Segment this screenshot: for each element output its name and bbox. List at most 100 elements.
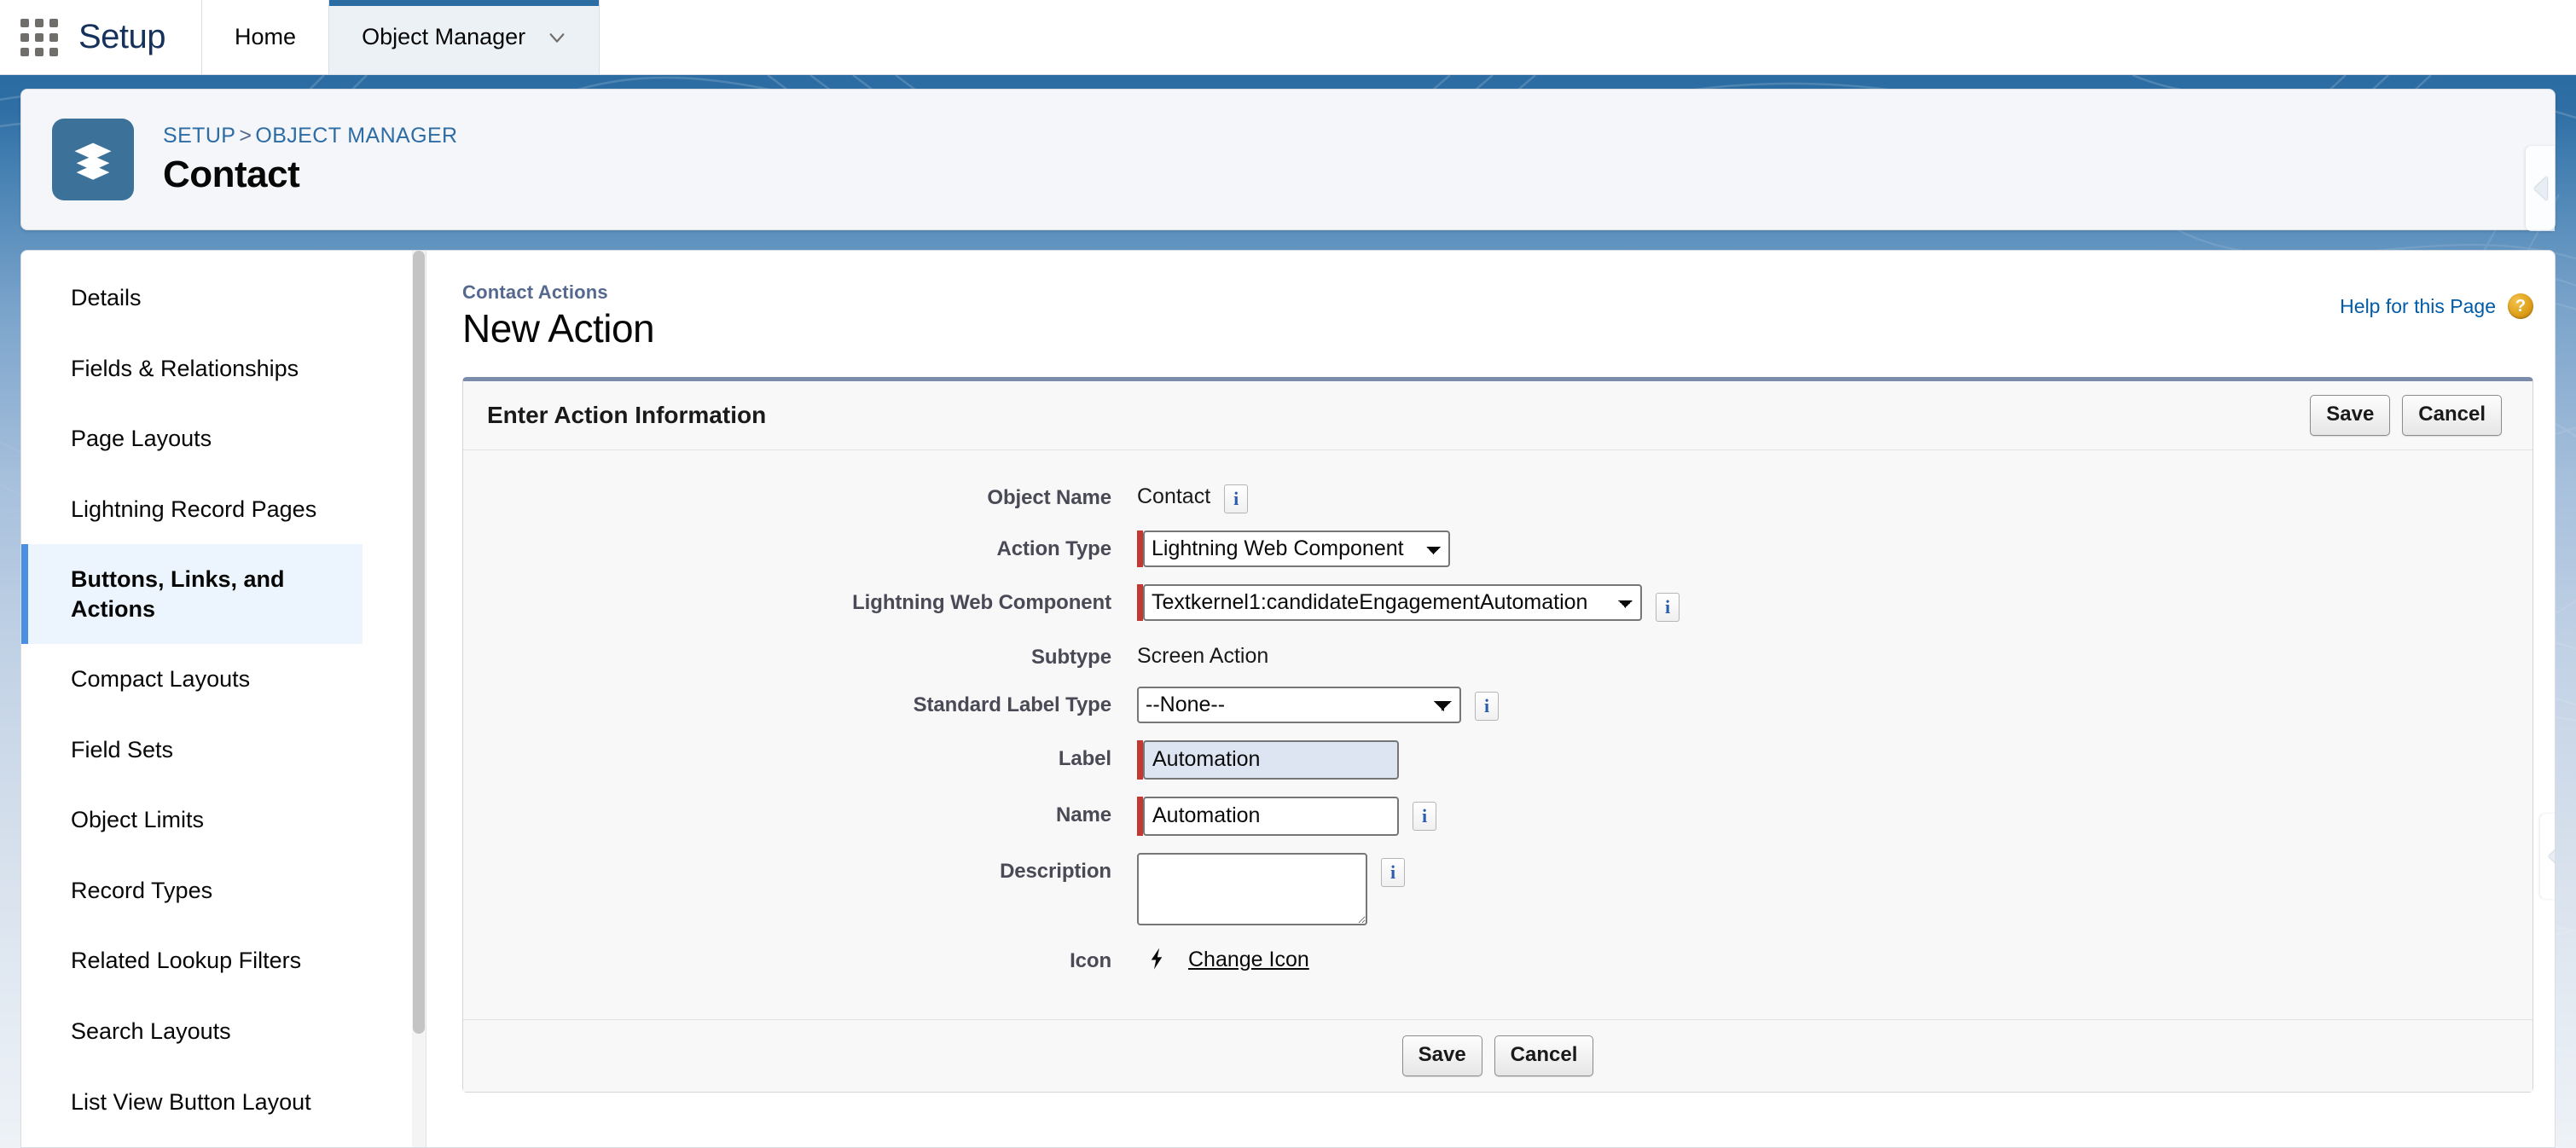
action-information-card-header: Enter Action Information Save Cancel — [463, 381, 2532, 450]
cancel-button-top[interactable]: Cancel — [2402, 395, 2502, 436]
content-area: Contact Actions New Action Help for this… — [426, 251, 2555, 1147]
label-required-wrap — [1137, 740, 1399, 780]
lwc-required-wrap: Textkernel1:candidateEngagementAutomatio… — [1137, 584, 1642, 621]
sidebar-item-label: Object Limits — [71, 807, 205, 833]
sidebar-item-lightning-record-pages[interactable]: Lightning Record Pages — [21, 474, 426, 545]
field-row-description: Description i — [463, 853, 2532, 925]
label-input[interactable] — [1143, 740, 1399, 780]
sidebar-item-label: Related Lookup Filters — [71, 948, 302, 974]
sidebar-item-buttons-links-actions[interactable]: Buttons, Links, and Actions — [21, 544, 363, 645]
global-nav-tabs: Home Object Manager — [201, 0, 600, 74]
sidebar-item-label: Lightning Record Pages — [71, 496, 317, 522]
save-button-top[interactable]: Save — [2310, 395, 2391, 436]
sidebar-item-list-view-button-layout[interactable]: List View Button Layout — [21, 1067, 426, 1138]
standard-label-type-select[interactable]: --None-- — [1137, 687, 1461, 723]
icon-field-label: Icon — [1070, 949, 1111, 972]
name-required-wrap — [1137, 797, 1399, 836]
sidebar-item-label: List View Button Layout — [71, 1088, 311, 1115]
field-row-standard-label-type: Standard Label Type --None-- i — [463, 687, 2532, 723]
required-indicator-bar — [1137, 797, 1143, 836]
breadcrumb-separator: > — [239, 123, 252, 148]
field-row-action-type: Action Type Lightning Web Component — [463, 531, 2532, 567]
sidebar-item-label: Buttons, Links, and Actions — [71, 566, 285, 622]
main-panel: Details Fields & Relationships Page Layo… — [20, 250, 2556, 1148]
sidebar-scrollbar[interactable] — [412, 251, 426, 1147]
help-link-label: Help for this Page — [2340, 294, 2496, 317]
page-title: Contact — [163, 153, 300, 195]
action-type-select[interactable]: Lightning Web Component — [1143, 531, 1450, 567]
breadcrumb-setup[interactable]: SETUP — [163, 124, 235, 148]
lightning-web-component-label: Lightning Web Component — [852, 591, 1111, 614]
breadcrumb-object-manager[interactable]: OBJECT MANAGER — [255, 124, 457, 148]
description-textarea[interactable] — [1137, 853, 1367, 925]
action-information-card: Enter Action Information Save Cancel Obj… — [462, 377, 2533, 1093]
header-collapse-tab[interactable] — [2526, 146, 2555, 231]
sidebar-item-hierarchy-columns[interactable]: Hierarchy Columns — [21, 1137, 426, 1147]
sidebar-item-page-layouts[interactable]: Page Layouts — [21, 403, 426, 474]
info-icon[interactable]: i — [1656, 593, 1680, 622]
standard-label-type-label: Standard Label Type — [913, 693, 1111, 716]
save-button-bottom[interactable]: Save — [1401, 1035, 1482, 1076]
action-form-body: Object Name Contact i Action Type Lightn… — [463, 450, 2532, 1019]
sidebar-item-object-limits[interactable]: Object Limits — [21, 785, 426, 855]
chevron-down-icon — [548, 28, 566, 47]
sidebar-item-label: Details — [71, 285, 142, 310]
sidebar-item-compact-layouts[interactable]: Compact Layouts — [21, 644, 426, 715]
subtype-label: Subtype — [1031, 646, 1111, 669]
lightning-bolt-icon — [1144, 942, 1169, 978]
name-input[interactable] — [1143, 797, 1399, 836]
tab-object-manager-label: Object Manager — [362, 24, 526, 49]
cancel-button-bottom[interactable]: Cancel — [1494, 1035, 1594, 1076]
app-launcher-button[interactable] — [0, 0, 78, 74]
change-icon-link[interactable]: Change Icon — [1188, 942, 1309, 972]
tab-object-manager[interactable]: Object Manager — [329, 0, 600, 74]
required-indicator-bar — [1137, 584, 1143, 621]
lightning-web-component-select[interactable]: Textkernel1:candidateEngagementAutomatio… — [1143, 584, 1642, 621]
collapse-left-arrow-icon — [2533, 177, 2547, 200]
required-indicator-bar — [1137, 740, 1143, 780]
field-row-subtype: Subtype Screen Action — [463, 639, 2532, 670]
panel-collapse-tab[interactable] — [2540, 814, 2555, 899]
subtype-value: Screen Action — [1137, 644, 1269, 668]
info-icon[interactable]: i — [1413, 802, 1436, 831]
content-page-title: New Action — [462, 306, 655, 351]
sidebar-item-label: Compact Layouts — [71, 666, 251, 693]
label-field-label: Label — [1058, 747, 1111, 770]
object-name-value: Contact — [1137, 484, 1211, 508]
info-icon[interactable]: i — [1475, 692, 1499, 721]
action-information-card-footer: Save Cancel — [463, 1019, 2532, 1092]
field-row-object-name: Object Name Contact i — [463, 479, 2532, 513]
object-sidebar-nav: Details Fields & Relationships Page Layo… — [21, 251, 426, 1147]
breadcrumb: SETUP > OBJECT MANAGER — [163, 124, 457, 148]
sidebar-scrollbar-thumb[interactable] — [413, 251, 425, 1034]
sidebar-item-search-layouts[interactable]: Search Layouts — [21, 996, 426, 1067]
info-icon[interactable]: i — [1381, 858, 1405, 887]
tab-home-label: Home — [235, 24, 297, 49]
sidebar-item-label: Record Types — [71, 877, 213, 903]
field-row-icon: Icon Change Icon — [463, 942, 2532, 978]
info-icon[interactable]: i — [1224, 484, 1249, 513]
description-field-label: Description — [1000, 860, 1111, 883]
sidebar-item-related-lookup-filters[interactable]: Related Lookup Filters — [21, 925, 426, 996]
waffle-grid-icon — [20, 18, 58, 56]
sidebar-item-label: Field Sets — [71, 736, 174, 762]
action-type-required-wrap: Lightning Web Component — [1137, 531, 1450, 567]
content-eyebrow: Contact Actions — [462, 281, 608, 303]
sidebar-item-field-sets[interactable]: Field Sets — [21, 715, 426, 786]
setup-title: Setup — [78, 18, 166, 55]
field-row-label: Label — [463, 740, 2532, 780]
help-for-this-page-link[interactable]: Help for this Page ? — [2340, 293, 2533, 319]
field-row-lightning-web-component: Lightning Web Component Textkernel1:cand… — [463, 584, 2532, 622]
question-mark-badge-icon: ? — [2508, 293, 2533, 319]
sidebar-item-label: Page Layouts — [71, 426, 212, 452]
object-header-card: SETUP > OBJECT MANAGER Contact — [20, 89, 2556, 231]
sidebar-item-fields-relationships[interactable]: Fields & Relationships — [21, 333, 426, 404]
tab-home[interactable]: Home — [202, 0, 330, 74]
sidebar-item-details[interactable]: Details — [21, 263, 426, 333]
sidebar-item-label: Search Layouts — [71, 1018, 231, 1045]
content-header: Contact Actions New Action Help for this… — [462, 281, 2533, 351]
sidebar-item-record-types[interactable]: Record Types — [21, 855, 426, 926]
required-indicator-bar — [1137, 531, 1143, 567]
name-field-label: Name — [1056, 803, 1111, 826]
sidebar-item-label: Fields & Relationships — [71, 355, 299, 381]
